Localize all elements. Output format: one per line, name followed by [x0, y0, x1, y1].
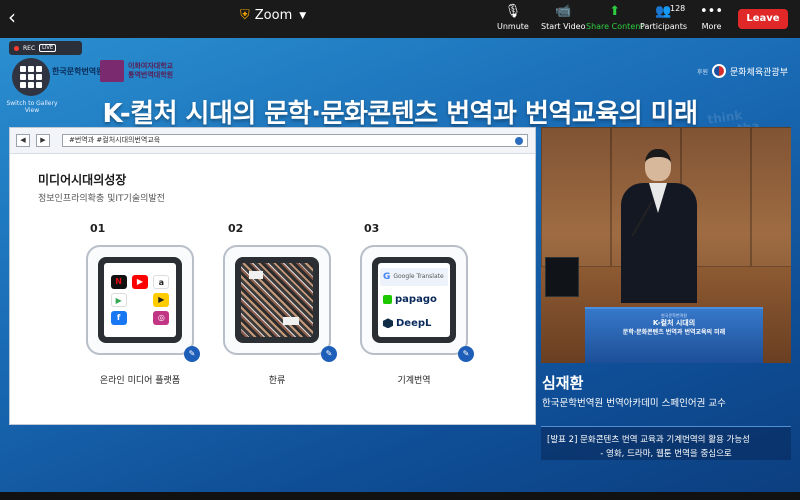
- podium-line2: 문학·문화콘텐츠 번역과 번역교육의 미래: [622, 329, 726, 336]
- more-dots-icon: •••: [700, 4, 724, 19]
- record-dot-icon: [14, 45, 19, 51]
- start-video-label: Start Video: [541, 22, 586, 31]
- card-number: 02: [228, 222, 244, 235]
- netflix-icon: N: [110, 275, 127, 289]
- speaker-name: 심재환: [542, 374, 584, 392]
- ewha-line2: 통역번역대학원: [128, 71, 174, 79]
- sponsor-logo: 후원 문화체육관광부: [697, 64, 788, 78]
- talk-title: [발표 2] 문화콘텐츠 번역 교육과 기계번역의 활용 가능성: [547, 435, 750, 445]
- slide-url-text: #번역과 #컬처시대의번역교육: [69, 136, 161, 144]
- papago-logo: papago: [380, 291, 448, 309]
- presentation-slide: ◀ ▶ #번역과 #컬처시대의번역교육 미디어시대의성장 정보인프라의확충 및I…: [9, 127, 536, 425]
- edit-pencil-icon: ✎: [184, 346, 200, 362]
- app-title-label: Zoom: [254, 8, 293, 23]
- participants-count: 128: [670, 4, 686, 13]
- back-button[interactable]: ‹: [8, 6, 28, 28]
- sponsor-name: 문화체육관광부: [730, 67, 788, 78]
- unmute-label: Unmute: [497, 22, 529, 31]
- start-video-button[interactable]: 📹 Start Video: [541, 4, 586, 31]
- chevron-left-icon: ‹: [8, 5, 16, 29]
- monitor-screen: [545, 257, 579, 297]
- forward-arrow-icon: ▶: [36, 134, 50, 147]
- talk-title-box: [발표 2] 문화콘텐츠 번역 교육과 기계번역의 활용 가능성 - 영화, 드…: [541, 426, 791, 460]
- ewha-emblem-icon: [100, 60, 124, 82]
- share-content-label: Share Content: [586, 22, 644, 31]
- card-label: 기계번역: [397, 376, 431, 386]
- leave-button[interactable]: Leave: [738, 9, 788, 29]
- deepl-icon: [383, 318, 393, 329]
- shield-icon: ⛨: [240, 8, 250, 23]
- unmute-button[interactable]: 🎙 Unmute: [497, 4, 529, 31]
- edit-pencil-icon: ✎: [321, 346, 337, 362]
- google-translate-icon: G: [383, 271, 391, 282]
- taegeuk-emblem-icon: [712, 64, 727, 78]
- participants-label: Participants: [640, 22, 687, 31]
- media-platform-image: N ▶ a ▶ ▶ f ◎: [98, 257, 182, 343]
- recording-indicator[interactable]: REC LIVE: [9, 41, 82, 55]
- speaker-head: [645, 149, 671, 181]
- podium: 한국문학번역원 K-컬처 시대의 문학·문화콘텐츠 번역과 번역교육의 미래: [585, 307, 763, 363]
- microphone-muted-icon: 🎙: [504, 4, 522, 19]
- slide-url-bar: #번역과 #컬처시대의번역교육: [62, 134, 528, 147]
- instagram-icon: ◎: [153, 311, 170, 325]
- speaker-video[interactable]: 한국문학번역원 K-컬처 시대의 문학·문화콘텐츠 번역과 번역교육의 미래: [541, 127, 791, 363]
- blank-icon: [131, 311, 148, 325]
- search-icon: [515, 137, 523, 145]
- chevron-down-icon: ▼: [299, 10, 307, 21]
- blank-icon: [131, 293, 148, 307]
- zoom-toolbar: ‹ ⛨ Zoom ▼ 🎙 Unmute 📹 Start Video ⬆ Shar…: [0, 0, 800, 38]
- share-content-button[interactable]: ⬆ Share Content: [586, 4, 643, 31]
- slide-subheading: 정보인프라의확충 및IT기술의발전: [38, 194, 165, 204]
- rec-label: REC: [23, 44, 36, 52]
- share-screen-icon: ⬆: [609, 4, 621, 19]
- live-label: LIVE: [39, 44, 56, 52]
- sponsor-prefix: 후원: [696, 68, 709, 76]
- ewha-logo: 이화여자대학교 통역번역대학원: [100, 60, 173, 82]
- youtube-icon: ▶: [131, 275, 148, 289]
- facebook-icon: f: [110, 311, 127, 325]
- card-number: 01: [90, 222, 106, 235]
- amazon-icon: a: [153, 275, 170, 289]
- meeting-title[interactable]: ⛨ Zoom ▼: [240, 8, 306, 23]
- kakaotv-icon: ▶: [153, 293, 170, 307]
- more-label: More: [701, 22, 722, 31]
- talk-subtitle: - 영화, 드라마, 웹툰 번역을 중심으로: [600, 449, 732, 459]
- papago-icon: [383, 295, 392, 305]
- event-title: K-컬처 시대의 문학·문화콘텐츠 번역과 번역교육의 미래: [102, 99, 698, 129]
- edit-pencil-icon: ✎: [458, 346, 474, 362]
- more-button[interactable]: ••• More: [700, 4, 723, 31]
- host-logo: 한국문학번역원: [52, 67, 104, 76]
- deepl-logo: DeepL: [380, 314, 448, 332]
- bottom-bar: [0, 492, 800, 500]
- back-arrow-icon: ◀: [16, 134, 30, 147]
- ewha-line1: 이화여자대학교: [128, 62, 174, 70]
- machine-translation-image: G Google Translate papago DeepL: [372, 257, 456, 343]
- card-label: 온라인 미디어 플랫폼: [99, 376, 181, 386]
- gallery-view-button[interactable]: [12, 58, 50, 96]
- card-label: 한류: [268, 376, 286, 386]
- card-number: 03: [364, 222, 380, 235]
- hallyu-crowd-image: [235, 257, 319, 343]
- slide-heading: 미디어시대의성장: [38, 173, 127, 187]
- google-translate-logo: G Google Translate: [380, 267, 448, 286]
- slide-browser-bar: ◀ ▶ #번역과 #컬처시대의번역교육: [10, 128, 535, 154]
- speaker-affiliation: 한국문학번역원 번역아카데미 스페인어권 교수: [542, 398, 726, 409]
- video-off-icon: 📹: [555, 4, 572, 19]
- play-store-icon: ▶: [110, 293, 127, 307]
- podium-line1: K-컬처 시대의: [652, 319, 696, 327]
